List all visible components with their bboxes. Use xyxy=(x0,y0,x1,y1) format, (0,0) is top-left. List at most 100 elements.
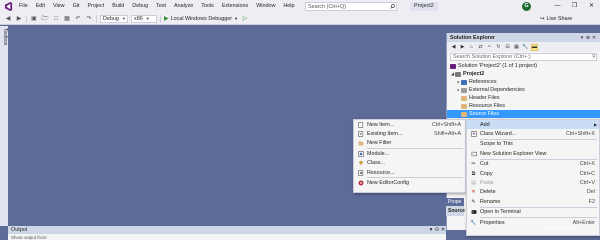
menu-item-open-in-terminal[interactable]: Open in Terminal xyxy=(467,208,599,217)
menu-file[interactable]: File xyxy=(15,0,32,13)
forward-icon[interactable]: ▶ xyxy=(459,44,466,51)
properties-source-tab[interactable]: Source xyxy=(446,206,465,216)
menu-window[interactable]: Window xyxy=(252,0,279,13)
solution-explorer-search-input[interactable]: Search Solution Explorer (Ctrl+;) ⚲ xyxy=(450,53,597,61)
collapse-all-icon[interactable]: ⊟ xyxy=(504,44,511,51)
toolbox-tab[interactable]: Toolbox xyxy=(0,28,8,45)
menu-item-scope-to-this[interactable]: Scope to This xyxy=(467,140,599,149)
menu-item-label: New EditorConfig xyxy=(367,180,409,187)
menu-bar: File Edit View Git Project Build Debug T… xyxy=(0,0,600,13)
menu-item-new-filter[interactable]: New Filter xyxy=(354,139,465,148)
menu-item-label: Class Wizard... xyxy=(480,131,517,138)
search-icon: ⚲ xyxy=(592,54,596,60)
menu-test[interactable]: Test xyxy=(152,0,170,13)
properties-panel-header[interactable]: Prope xyxy=(446,198,464,206)
preview-selected-icon[interactable]: ▬ xyxy=(531,43,538,51)
menu-extensions[interactable]: Extensions xyxy=(218,0,252,13)
menu-analyze[interactable]: Analyze xyxy=(170,0,197,13)
menu-git[interactable]: Git xyxy=(69,0,84,13)
menu-edit[interactable]: Edit xyxy=(32,0,49,13)
back-icon[interactable]: ◀ xyxy=(450,44,457,51)
menu-item-new-solution-explorer-view[interactable]: New Solution Explorer View xyxy=(467,149,599,158)
menu-item-new-item[interactable]: New Item... Ctrl+Shift+A xyxy=(354,120,465,129)
menu-item-rename[interactable]: ✎ Rename F2 xyxy=(467,197,599,206)
switch-views-icon[interactable]: ⇄ xyxy=(477,44,484,51)
toolbar-divider xyxy=(160,14,161,23)
close-icon[interactable]: ✕ xyxy=(440,227,446,233)
menu-item-copy[interactable]: ⧉ Copy Ctrl+C xyxy=(467,169,599,178)
live-share-button[interactable]: ↪ Live Share xyxy=(540,14,572,24)
tree-node-resource-files[interactable]: Resource Files xyxy=(447,102,600,110)
menu-item-class-wizard[interactable]: Class Wizard... Ctrl+Shift+X xyxy=(467,129,599,138)
output-panel-header: Output ▾ ⊙ ✕ xyxy=(8,226,446,234)
menu-item-shortcut: Ctrl+Shift+X xyxy=(565,131,595,138)
cut-icon: ✂ xyxy=(471,161,476,168)
solution-name-badge: Project2 xyxy=(410,2,438,11)
solution-tree: Solution 'Project2' (1 of 1 project) ◢ P… xyxy=(447,62,600,118)
menu-item-class[interactable]: Class... xyxy=(354,159,465,168)
new-project-icon[interactable]: ▣ xyxy=(30,15,38,23)
menu-debug[interactable]: Debug xyxy=(128,0,152,13)
back-icon[interactable]: ◀ xyxy=(4,15,12,23)
menu-item-resource[interactable]: Resource... xyxy=(354,168,465,177)
show-output-from-label: Show output from: xyxy=(11,234,48,240)
pending-changes-icon[interactable]: ⚬ xyxy=(486,44,493,51)
open-folder-icon[interactable]: 🗁 xyxy=(41,15,49,23)
menu-view[interactable]: View xyxy=(49,0,69,13)
solution-explorer-header: Solution Explorer ▾ ⊙ ✕ xyxy=(447,33,600,42)
menu-help[interactable]: Help xyxy=(279,0,298,13)
tree-node-source-files[interactable]: Source Files xyxy=(447,110,600,118)
output-panel-body: Show output from: xyxy=(8,234,446,240)
menu-build[interactable]: Build xyxy=(108,0,128,13)
menu-item-paste[interactable]: ▤ Paste Ctrl+V xyxy=(467,178,599,187)
menu-item-cut[interactable]: ✂ Cut Ctrl+X xyxy=(467,160,599,169)
start-debugging-button[interactable]: ▶ Local Windows Debugger ▼ xyxy=(164,15,238,23)
menu-item-delete[interactable]: ✕ Delete Del xyxy=(467,188,599,197)
play-icon: ▶ xyxy=(164,16,169,22)
toolbox-strip[interactable] xyxy=(0,26,8,226)
save-icon[interactable]: □ xyxy=(52,15,60,23)
toolbar-divider xyxy=(26,14,27,23)
redo-icon[interactable]: ↷ xyxy=(85,15,93,23)
search-placeholder: Search (Ctrl+Q) xyxy=(308,3,346,10)
menu-item-new-editorconfig[interactable]: New EditorConfig xyxy=(354,178,465,187)
avatar[interactable]: G xyxy=(522,2,531,11)
watermark: wsxdn.com xyxy=(545,226,578,232)
menu-item-module[interactable]: Module... xyxy=(354,149,465,158)
menu-item-properties[interactable]: 🔧 Properties Alt+Enter xyxy=(467,218,599,227)
menu-item-add[interactable]: Add ▶ xyxy=(467,120,599,130)
configuration-dropdown[interactable]: Debug ▼ xyxy=(100,14,128,23)
sync-icon[interactable]: ↻ xyxy=(495,44,502,51)
minimize-icon[interactable]: — xyxy=(549,0,566,13)
tree-node-label: References xyxy=(469,79,497,85)
toolbar-divider xyxy=(96,14,97,23)
menu-item-existing-item[interactable]: Existing Item... Shift+Alt+A xyxy=(354,129,465,138)
home-icon[interactable]: ⌂ xyxy=(468,44,475,51)
tree-node-references[interactable]: ▸ References xyxy=(447,78,600,86)
menu-project[interactable]: Project xyxy=(83,0,108,13)
tree-node-solution[interactable]: Solution 'Project2' (1 of 1 project) xyxy=(447,62,600,70)
standard-toolbar: ◀ ▶ ▣ 🗁 □ ▦ ↶ ↷ Debug ▼ x86 ▼ ▶ Local Wi… xyxy=(0,13,600,25)
show-all-files-icon[interactable]: ▦ xyxy=(513,44,520,51)
tree-node-external-dependencies[interactable]: ▸ External Dependencies xyxy=(447,86,600,94)
restore-icon[interactable]: ❐ xyxy=(566,0,583,13)
start-without-debugging-icon[interactable]: ▷ xyxy=(241,15,249,23)
class-wizard-icon xyxy=(467,131,480,137)
close-icon[interactable]: ✕ xyxy=(591,35,597,41)
run-label: Local Windows Debugger xyxy=(170,15,233,22)
tree-node-label: Resource Files xyxy=(469,103,505,109)
tree-node-project[interactable]: ◢ Project2 xyxy=(447,70,600,78)
search-box[interactable]: Search (Ctrl+Q) xyxy=(305,2,397,11)
menu-tools[interactable]: Tools xyxy=(197,0,218,13)
undo-icon[interactable]: ↶ xyxy=(74,15,82,23)
forward-icon[interactable]: ▶ xyxy=(15,15,23,23)
external-dependencies-icon xyxy=(461,87,467,93)
tree-node-header-files[interactable]: Header Files xyxy=(447,94,600,102)
platform-dropdown[interactable]: x86 ▼ xyxy=(131,14,157,23)
close-icon[interactable]: ✕ xyxy=(583,0,600,13)
menu-item-label: Copy xyxy=(480,170,493,177)
menu-item-shortcut: Ctrl+C xyxy=(579,170,595,177)
chevron-down-icon: ▼ xyxy=(145,16,150,21)
properties-icon[interactable]: 🔧 xyxy=(522,44,529,51)
save-all-icon[interactable]: ▦ xyxy=(63,15,71,23)
